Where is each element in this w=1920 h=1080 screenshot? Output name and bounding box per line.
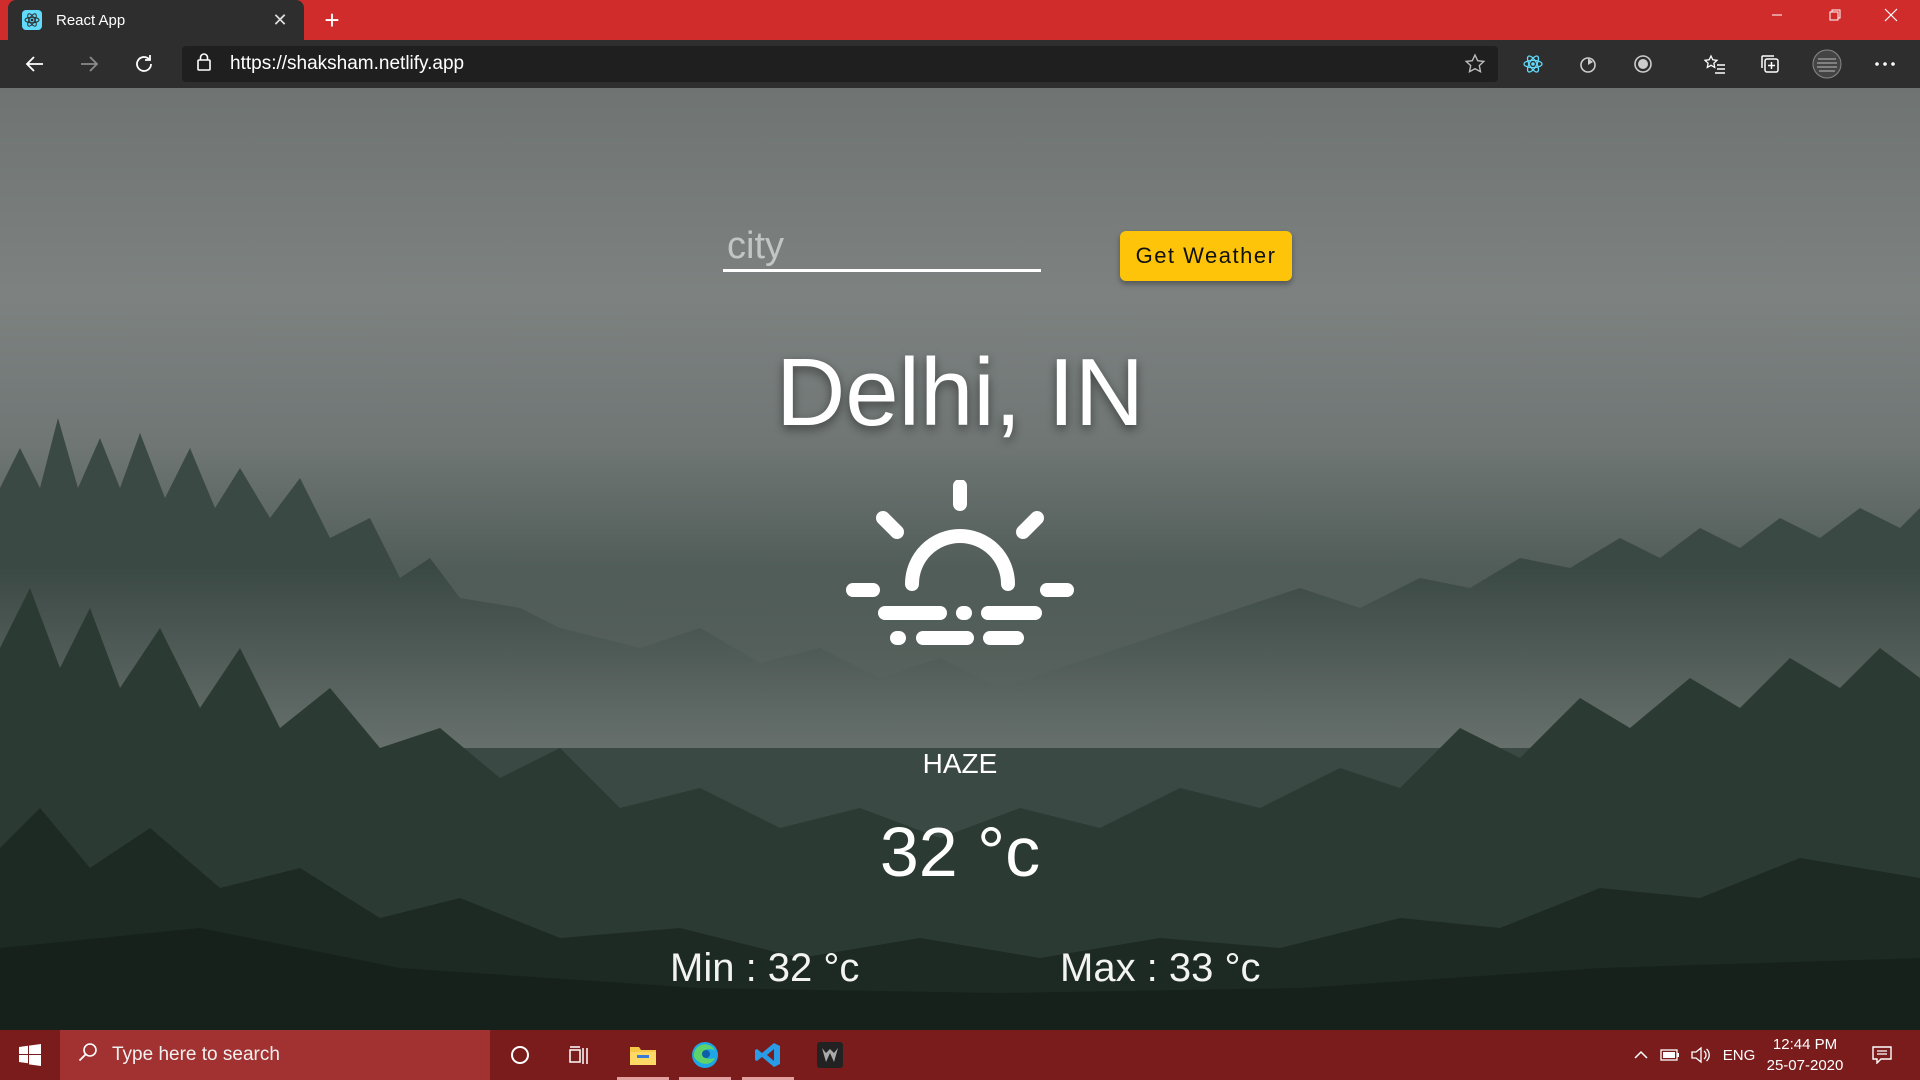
notifications-icon[interactable] [1862, 1030, 1902, 1080]
browser-tab[interactable]: React App ✕ [8, 0, 304, 40]
tab-title: React App [56, 11, 126, 29]
new-tab-button[interactable]: + [316, 4, 348, 36]
taskbar-clock[interactable]: 12:44 PM 25-07-2020 [1760, 1034, 1850, 1076]
start-button[interactable] [0, 1030, 60, 1080]
browser-toolbar: https://shaksham.netlify.app [0, 40, 1920, 88]
show-hidden-icons-chevron-icon[interactable] [1628, 1030, 1654, 1080]
close-window-button[interactable] [1862, 0, 1920, 30]
search-placeholder: Type here to search [112, 1044, 280, 1065]
current-temperature: 32 °c [879, 813, 1041, 891]
min-temperature: Min : 32 °c [670, 946, 860, 990]
restore-button[interactable] [1806, 0, 1864, 30]
vscode-icon[interactable] [738, 1030, 798, 1080]
volume-icon[interactable] [1686, 1030, 1714, 1080]
get-weather-button[interactable]: Get Weather [1120, 231, 1292, 281]
favorite-star-icon[interactable] [1464, 53, 1486, 80]
file-explorer-icon[interactable] [613, 1030, 673, 1080]
refresh-button[interactable] [127, 48, 161, 80]
sunrise-haze-icon [846, 480, 1074, 645]
profile-avatar[interactable] [1810, 48, 1844, 80]
predator-app-icon[interactable] [800, 1030, 860, 1080]
record-extension-icon[interactable] [1626, 48, 1660, 80]
windows-taskbar: Type here to search ENG 12:44 PM 25-07-2… [0, 1030, 1920, 1080]
lock-icon [196, 52, 212, 77]
forward-button[interactable] [72, 48, 106, 80]
cortana-icon[interactable] [490, 1030, 550, 1080]
weather-condition: HAZE [922, 748, 998, 779]
max-temperature: Max : 33 °c [1060, 946, 1261, 990]
city-input[interactable] [723, 224, 1041, 272]
task-view-icon[interactable] [550, 1030, 610, 1080]
search-icon [78, 1042, 98, 1068]
extension-icon[interactable] [1571, 48, 1605, 80]
collections-icon[interactable] [1753, 48, 1787, 80]
weather-page: Get Weather Delhi, IN HAZE 32 °c Min : 3… [0, 88, 1920, 1030]
tab-close-icon[interactable]: ✕ [270, 10, 290, 30]
battery-icon[interactable] [1656, 1030, 1684, 1080]
favorites-list-icon[interactable] [1698, 48, 1732, 80]
browser-titlebar: React App ✕ + [0, 0, 1920, 40]
react-devtools-extension-icon[interactable] [1516, 48, 1550, 80]
clock-time: 12:44 PM [1772, 1036, 1838, 1053]
taskbar-search[interactable]: Type here to search [60, 1030, 490, 1080]
input-language[interactable]: ENG [1718, 1030, 1760, 1080]
location-heading: Delhi, IN [775, 339, 1145, 446]
clock-date: 25-07-2020 [1766, 1057, 1844, 1074]
minimize-button[interactable] [1748, 0, 1806, 30]
edge-browser-icon[interactable] [675, 1030, 735, 1080]
address-bar[interactable]: https://shaksham.netlify.app [182, 46, 1498, 82]
more-menu-icon[interactable] [1868, 48, 1902, 80]
react-favicon-icon [22, 10, 42, 30]
back-button[interactable] [18, 48, 52, 80]
url-text: https://shaksham.netlify.app [230, 53, 465, 74]
